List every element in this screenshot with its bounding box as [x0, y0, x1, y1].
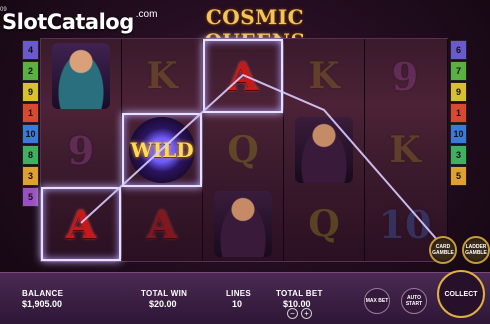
line-indicator-chip: 8 [22, 145, 39, 165]
total-win-label: TOTAL WIN [141, 289, 188, 298]
balance-value: $1,905.00 [22, 299, 63, 309]
reel-area: 9 A K WILD A A Q K Q 9 K 10 [40, 38, 448, 262]
symbol-ace-winning: A [203, 39, 283, 113]
line-indicator-chip: 4 [22, 40, 39, 60]
symbol-queen: Q [227, 129, 259, 171]
max-bet-button[interactable]: MAX BET [364, 288, 390, 314]
decrease-bet-button[interactable]: − [287, 308, 298, 319]
line-indicator-chip: 5 [22, 187, 39, 207]
symbol-woman-blue [41, 39, 121, 113]
right-line-indicators: 6 7 9 1 10 3 5 [450, 40, 468, 187]
symbol-woman-dark [203, 187, 283, 261]
reel-2: K WILD A [122, 39, 203, 261]
brand-word: SlotCatalog [2, 10, 134, 34]
balance-display: BALANCE $1,905.00 [22, 289, 63, 309]
line-indicator-chip: 9 [450, 82, 467, 102]
lines-label: LINES [226, 289, 252, 298]
line-indicator-chip: 10 [450, 124, 467, 144]
symbol-ace: A [147, 201, 177, 247]
total-bet-label: TOTAL BET [276, 289, 323, 298]
line-indicator-chip: 3 [450, 145, 467, 165]
brand-watermark: SlotCatalog .com [2, 6, 157, 34]
reel-5: 9 K 10 [365, 39, 448, 261]
symbol-nine: 9 [391, 53, 419, 99]
queen-symbol-icon [52, 43, 110, 109]
reel-1: 9 A [41, 39, 122, 261]
ladder-gamble-button[interactable]: LADDER GAMBLE [462, 236, 490, 264]
wild-symbol-icon: WILD [129, 117, 195, 183]
game-stage: 09 SlotCatalog .com COSMIC QUEENS 429110… [0, 0, 490, 324]
symbol-queen: Q [308, 203, 340, 245]
line-indicator-chip: 1 [450, 103, 467, 123]
symbol-wild-winning: WILD [122, 113, 202, 187]
line-indicator-chip: 7 [450, 61, 467, 81]
line-indicator-chip: 1 [22, 103, 39, 123]
queen-symbol-icon [295, 117, 353, 183]
total-bet-display: TOTAL BET $10.00 [276, 289, 323, 309]
symbol-ace-winning: A [41, 187, 121, 261]
lines-display: LINES 10 [226, 289, 251, 309]
line-indicator-chip: 2 [22, 61, 39, 81]
total-win-value: $20.00 [149, 299, 177, 309]
line-indicator-chip: 9 [22, 82, 39, 102]
queen-symbol-icon [214, 191, 272, 257]
lines-value: 10 [232, 299, 243, 309]
symbol-woman-dark [284, 113, 364, 187]
balance-label: BALANCE [22, 289, 64, 298]
collect-button[interactable]: COLLECT [437, 270, 485, 318]
bet-stepper: − + [287, 308, 312, 319]
symbol-king: K [146, 55, 178, 97]
total-win-display: TOTAL WIN $20.00 [141, 289, 187, 309]
line-indicator-chip: 6 [450, 40, 467, 60]
reel-3: A Q [203, 39, 284, 261]
auto-start-button[interactable]: AUTO START [401, 288, 427, 314]
symbol-king: K [389, 129, 421, 171]
line-indicator-chip: 10 [22, 124, 39, 144]
symbol-king: K [308, 55, 340, 97]
card-gamble-button[interactable]: CARD GAMBLE [429, 236, 457, 264]
reel-4: K Q [284, 39, 365, 261]
line-indicator-chip: 3 [22, 166, 39, 186]
left-line-indicators: 4 2 9 1 10 8 3 5 [22, 40, 40, 208]
increase-bet-button[interactable]: + [301, 308, 312, 319]
line-indicator-chip: 5 [450, 166, 467, 186]
symbol-nine: 9 [67, 127, 95, 173]
